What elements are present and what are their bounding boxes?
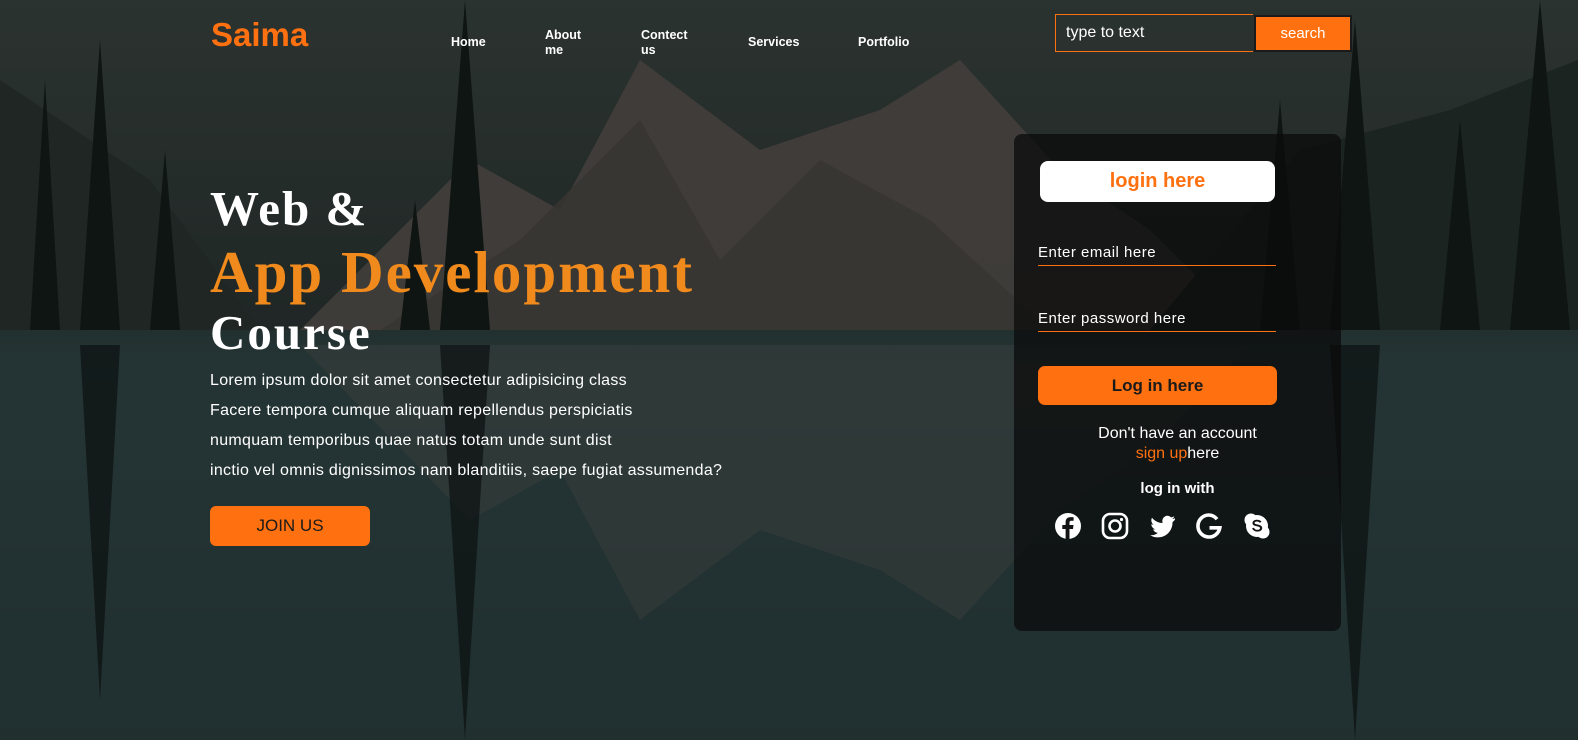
search-button[interactable]: search — [1254, 15, 1352, 52]
twitter-icon[interactable] — [1148, 512, 1176, 540]
signup-link[interactable]: sign up — [1136, 445, 1188, 462]
social-login-icons — [1054, 512, 1304, 542]
signup-suffix: here — [1187, 445, 1220, 462]
nav-item-contact[interactable]: Contect us — [641, 28, 693, 58]
hero-title-line3: Course — [210, 305, 372, 360]
instagram-icon[interactable] — [1101, 512, 1129, 540]
nav-item-about[interactable]: About me — [545, 28, 593, 58]
hero-description-line: Lorem ipsum dolor sit amet consectetur a… — [210, 372, 627, 389]
brand-logo[interactable]: Saima — [211, 16, 308, 54]
hero-title-line2: App Development — [210, 239, 694, 305]
search-input[interactable] — [1055, 14, 1253, 52]
password-field[interactable] — [1038, 306, 1276, 332]
facebook-icon[interactable] — [1054, 512, 1082, 540]
search-bar: search — [1055, 14, 1353, 52]
hero-description-line: numquam temporibus quae natus totam unde… — [210, 432, 612, 449]
hero-title-line1: Web & — [210, 181, 369, 236]
no-account-text: Don't have an account — [1098, 425, 1257, 442]
email-field[interactable] — [1038, 240, 1276, 266]
nav-item-portfolio[interactable]: Portfolio — [858, 35, 909, 50]
login-button[interactable]: Log in here — [1038, 366, 1277, 405]
login-panel: login here Log in here Don't have an acc… — [1014, 134, 1341, 631]
signup-line: sign uphere — [1014, 445, 1341, 463]
skype-icon[interactable] — [1243, 512, 1271, 540]
join-us-button[interactable]: JOIN US — [210, 506, 370, 546]
hero-description: Lorem ipsum dolor sit amet consectetur a… — [210, 366, 800, 486]
login-panel-title: login here — [1040, 161, 1275, 202]
hero-description-line: Facere tempora cumque aliquam repellendu… — [210, 402, 633, 419]
nav-item-home[interactable]: Home — [451, 35, 486, 50]
hero-description-line: inctio vel omnis dignissimos nam blandit… — [210, 462, 723, 479]
top-navbar: Saima Home About me Contect us Services … — [0, 0, 1578, 80]
login-with-label: log in with — [1140, 480, 1215, 497]
nav-item-services[interactable]: Services — [748, 35, 799, 50]
google-icon[interactable] — [1195, 512, 1223, 540]
